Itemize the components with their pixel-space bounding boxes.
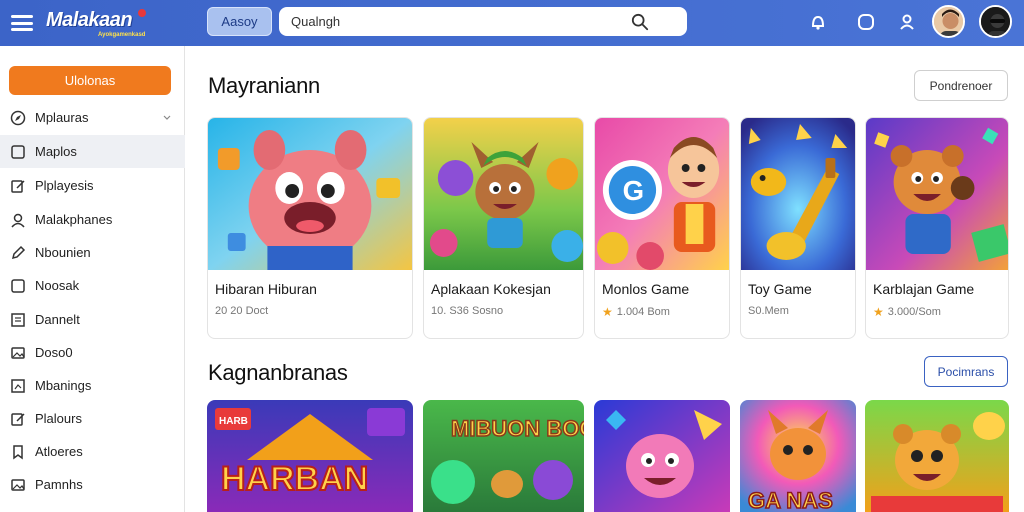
sidebar-item-4[interactable]: Malakphanes xyxy=(0,203,185,236)
image-icon xyxy=(11,478,25,491)
game-card-thumbnail[interactable]: MIBUON BOODIGNIS xyxy=(423,400,584,512)
thumbnail-text: MIBUON BOODIGNIS xyxy=(451,416,584,441)
messages-icon[interactable] xyxy=(856,12,876,32)
notification-icon[interactable] xyxy=(808,12,828,32)
game-meta: ★ 1.004 Bom xyxy=(602,305,670,319)
user-icon xyxy=(11,213,25,228)
sidebar-item-8[interactable]: Doso0 xyxy=(0,336,185,369)
game-card-thumbnail[interactable]: HARB HARBAN xyxy=(207,400,413,512)
game-thumbnail xyxy=(741,118,855,270)
hamburger-menu-icon[interactable] xyxy=(11,15,33,31)
game-thumbnail xyxy=(424,118,583,270)
section2-more-button[interactable]: Pocimrans xyxy=(924,356,1008,387)
edit-icon xyxy=(11,412,25,426)
sidebar-item-5[interactable]: Nbounien xyxy=(0,236,185,269)
game-title: Hibaran Hiburan xyxy=(215,281,317,297)
section-title-recommended: Kagnanbranas xyxy=(208,360,348,385)
sidebar-item-12[interactable]: Pamnhs xyxy=(0,468,185,501)
search-input[interactable] xyxy=(291,14,621,29)
avatar-secondary[interactable] xyxy=(979,5,1012,38)
sidebar-item-label: Plalours xyxy=(35,411,82,426)
game-thumbnail xyxy=(208,118,412,270)
sidebar-item-11[interactable]: Atloeres xyxy=(0,435,185,468)
app-logo[interactable]: Malakaan Ayokgamenkasd xyxy=(46,3,146,43)
game-card[interactable]: Toy Game S0.Mem xyxy=(740,117,856,339)
game-title: Monlos Game xyxy=(602,281,690,297)
user-icon[interactable] xyxy=(897,12,917,32)
thumbnail-text: HARBAN xyxy=(221,460,368,498)
logo-badge-dot xyxy=(138,9,146,17)
sidebar-item-7[interactable]: Dannelt xyxy=(0,303,185,336)
edit-icon xyxy=(11,179,25,193)
game-card-thumbnail[interactable] xyxy=(594,400,730,512)
game-title: Karblajan Game xyxy=(873,281,975,297)
svg-text:G: G xyxy=(623,175,644,206)
search-bar[interactable] xyxy=(279,7,687,36)
game-card[interactable]: Aplakaan Kokesjan 10. S36 Sosno xyxy=(423,117,584,339)
game-card-thumbnail[interactable] xyxy=(865,400,1009,512)
sidebar-item-label: Pamnhs xyxy=(35,477,83,492)
sidebar-item-label: Malakphanes xyxy=(35,212,113,227)
game-card[interactable]: G Monlos Game ★ 1.004 Bom xyxy=(594,117,730,339)
sidebar-item-label: Plplayesis xyxy=(35,178,94,193)
logo-text: Malakaan xyxy=(46,9,133,31)
sidebar-item-label: Doso0 xyxy=(35,345,73,360)
sidebar-item-1[interactable]: Mplauras xyxy=(0,101,185,134)
search-icon[interactable] xyxy=(631,13,649,31)
thumbnail-text: GA NAS xyxy=(748,488,833,512)
chart-icon xyxy=(11,378,25,393)
star-icon: ★ xyxy=(873,305,884,319)
sidebar-item-9[interactable]: Mbanings xyxy=(0,369,185,402)
sidebar-item-2[interactable]: Maplos xyxy=(0,135,185,168)
sidebar-item-6[interactable]: Noosak xyxy=(0,269,185,302)
section1-more-button[interactable]: Pondrenoer xyxy=(914,70,1008,101)
square-icon xyxy=(11,144,25,159)
game-meta: 20 20 Doct xyxy=(215,305,268,317)
sidebar-item-label: Dannelt xyxy=(35,312,80,327)
avatar[interactable] xyxy=(932,5,965,38)
game-meta-text: 10. S36 Sosno xyxy=(431,305,504,317)
game-meta-text: 3.000/Som xyxy=(887,306,941,318)
category-button[interactable]: Aasoy xyxy=(207,7,272,36)
image-icon xyxy=(11,346,25,359)
pencil-icon xyxy=(11,245,26,259)
sidebar-item-label: Maplos xyxy=(35,144,77,159)
square-icon xyxy=(11,278,25,293)
chevron-down-icon xyxy=(163,115,171,120)
bookmark-icon xyxy=(13,444,23,459)
star-icon: ★ xyxy=(602,305,613,319)
game-title: Toy Game xyxy=(748,281,812,297)
sidebar-item-label: Atloeres xyxy=(35,444,83,459)
sidebar-primary-button[interactable]: Ulolonas xyxy=(9,66,171,95)
game-thumbnail xyxy=(866,118,1008,270)
game-meta-text: 1.004 Bom xyxy=(616,306,670,318)
sidebar-item-10[interactable]: Plalours xyxy=(0,402,185,435)
sidebar-item-label: Nbounien xyxy=(35,245,91,260)
game-thumbnail: G xyxy=(595,118,729,270)
badge-text: HARB xyxy=(219,416,248,427)
section-title-popular: Mayraniann xyxy=(208,73,320,98)
sidebar: Ulolonas Mplauras Maplos Plplayesis Mala… xyxy=(0,46,185,512)
sidebar-item-label: Mplauras xyxy=(35,110,89,125)
game-meta: ★ 3.000/Som xyxy=(873,305,941,319)
game-meta: S0.Mem xyxy=(748,305,789,317)
game-meta-text: 20 20 Doct xyxy=(215,305,269,317)
sidebar-item-3[interactable]: Plplayesis xyxy=(0,169,185,202)
game-card-thumbnail[interactable]: GA NAS xyxy=(740,400,856,512)
logo-subtext: Ayokgamenkasd xyxy=(98,32,146,38)
game-card[interactable]: Karblajan Game ★ 3.000/Som xyxy=(865,117,1009,339)
sidebar-item-label: Noosak xyxy=(35,278,80,293)
compass-icon xyxy=(10,110,26,125)
game-meta: 10. S36 Sosno xyxy=(431,305,503,317)
game-meta-text: S0.Mem xyxy=(748,305,789,317)
document-icon xyxy=(11,312,25,327)
sidebar-item-label: Mbanings xyxy=(35,378,92,393)
game-card[interactable]: Hibaran Hiburan 20 20 Doct xyxy=(207,117,413,339)
game-title: Aplakaan Kokesjan xyxy=(431,281,551,297)
